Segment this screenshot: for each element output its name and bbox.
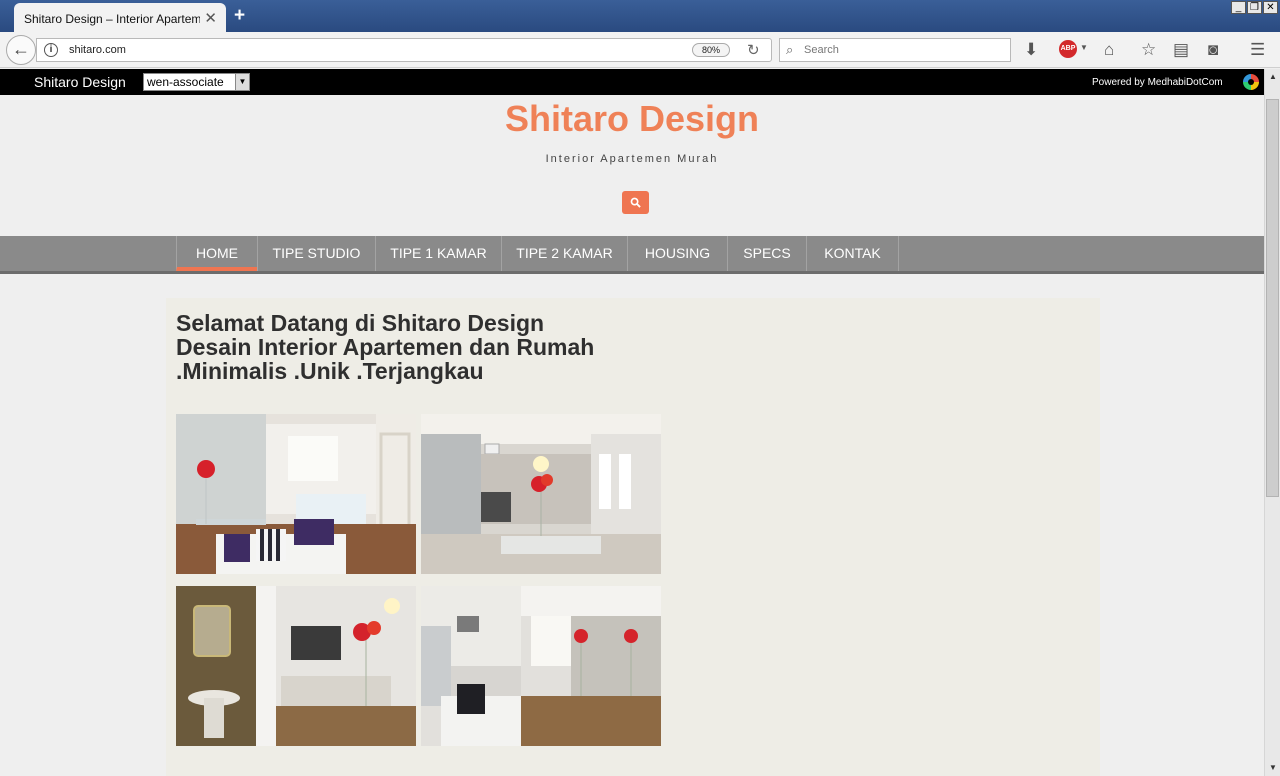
browser-nav-bar: ← i shitaro.com 80% ↻ ⌕ Search ⬇ ABP ▼ ⌂… (0, 32, 1280, 68)
interior-photo-dining-room[interactable] (421, 414, 661, 574)
topbar-brand[interactable]: Shitaro Design (34, 74, 126, 90)
reload-icon[interactable]: ↻ (747, 41, 760, 59)
tab-close-icon[interactable]: ✕ (204, 9, 217, 27)
site-tagline: Interior Apartemen Murah (545, 153, 719, 165)
menu-item-tipe-2-kamar[interactable]: TIPE 2 KAMAR (501, 236, 627, 271)
reading-list-icon[interactable]: ▤ (1173, 40, 1189, 60)
adblock-icon[interactable]: ABP (1059, 40, 1077, 58)
menu-item-kontak[interactable]: KONTAK (806, 236, 899, 271)
associate-select-value: wen-associate (147, 75, 224, 89)
interior-photo-kitchen[interactable] (421, 586, 661, 746)
minimize-button[interactable]: _ (1231, 1, 1246, 14)
welcome-line-2: Desain Interior Apartemen dan Rumah (176, 334, 595, 360)
browser-tab[interactable]: Shitaro Design – Interior Apartemen ✕ (14, 3, 226, 32)
url-text[interactable]: shitaro.com (69, 44, 126, 56)
menu-item-tipe-studio[interactable]: TIPE STUDIO (257, 236, 375, 271)
medhabi-logo-icon[interactable] (1243, 74, 1259, 90)
menu-item-tipe-1-kamar[interactable]: TIPE 1 KAMAR (375, 236, 501, 271)
search-placeholder: Search (804, 44, 839, 56)
back-arrow-icon[interactable]: ← (6, 35, 36, 65)
page-scrollbar[interactable]: ▲ ▼ (1264, 69, 1280, 776)
restore-button[interactable]: ❐ (1247, 1, 1262, 14)
info-icon[interactable]: i (44, 43, 58, 57)
interior-photo-living-room[interactable] (176, 414, 416, 574)
close-window-button[interactable]: ✕ (1263, 1, 1278, 14)
chevron-down-icon[interactable]: ▼ (235, 74, 249, 90)
welcome-heading: Selamat Datang di Shitaro Design Desain … (176, 311, 594, 383)
site-top-bar: Shitaro Design wen-associate ▼ Powered b… (0, 69, 1264, 95)
scroll-down-icon[interactable]: ▼ (1265, 760, 1280, 776)
browser-tab-bar: Shitaro Design – Interior Apartemen ✕ + … (0, 0, 1280, 32)
powered-by-text[interactable]: Powered by MedhabiDotCom (1092, 77, 1223, 88)
interior-photo-bathroom-dining[interactable] (176, 586, 416, 746)
hamburger-menu-icon[interactable]: ☰ (1250, 40, 1265, 60)
main-menu: HOME TIPE STUDIO TIPE 1 KAMAR TIPE 2 KAM… (0, 236, 1264, 274)
welcome-line-3: .Minimalis .Unik .Terjangkau (176, 358, 484, 384)
new-tab-button[interactable]: + (234, 5, 245, 27)
download-icon[interactable]: ⬇ (1024, 40, 1038, 60)
pocket-icon[interactable]: ◙ (1208, 40, 1218, 60)
star-icon[interactable]: ☆ (1141, 40, 1156, 60)
chevron-down-icon[interactable]: ▼ (1080, 43, 1088, 52)
welcome-line-1: Selamat Datang di Shitaro Design (176, 310, 545, 336)
zoom-indicator[interactable]: 80% (692, 43, 730, 57)
scroll-thumb[interactable] (1266, 99, 1279, 497)
site-title[interactable]: Shitaro Design (0, 98, 1264, 140)
address-bar[interactable]: i shitaro.com 80% ↻ (36, 38, 772, 62)
menu-item-specs[interactable]: SPECS (727, 236, 806, 271)
search-bar[interactable]: ⌕ Search (779, 38, 1011, 62)
scroll-up-icon[interactable]: ▲ (1265, 69, 1280, 85)
search-icon: ⌕ (786, 42, 794, 57)
window-controls: _ ❐ ✕ (1231, 1, 1278, 14)
associate-select[interactable]: wen-associate ▼ (143, 73, 250, 91)
menu-item-housing[interactable]: HOUSING (627, 236, 727, 271)
search-icon[interactable] (622, 191, 649, 214)
menu-item-home[interactable]: HOME (176, 236, 257, 271)
home-icon[interactable]: ⌂ (1104, 40, 1114, 60)
tab-title: Shitaro Design – Interior Apartemen (24, 12, 200, 26)
